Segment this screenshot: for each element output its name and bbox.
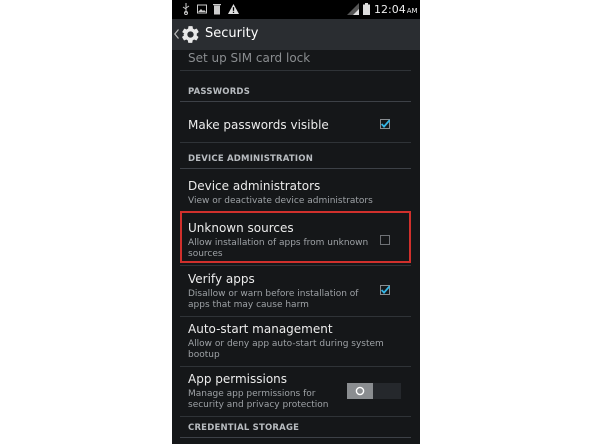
auto-start-title: Auto-start management <box>188 322 333 336</box>
back-button[interactable] <box>172 19 202 50</box>
app-permissions-subtitle-line2: security and privacy protection <box>188 400 329 410</box>
app-permissions-title: App permissions <box>188 372 288 386</box>
verify-apps-subtitle-line1: Disallow or warn before installation of <box>188 289 359 299</box>
clock: 12:04AM <box>374 3 418 16</box>
settings-gear-icon <box>182 26 199 43</box>
verify-apps-subtitle-line2: apps that may cause harm <box>188 300 309 310</box>
divider <box>180 142 411 143</box>
divider <box>180 70 411 71</box>
device-admins-title: Device administrators <box>188 179 321 193</box>
clock-time: 12:04 <box>374 3 406 16</box>
action-bar: Security <box>172 19 420 50</box>
divider <box>180 316 411 317</box>
sim-lock-title: Set up SIM card lock <box>188 51 311 65</box>
auto-start-subtitle-line1: Allow or deny app auto-start during syst… <box>188 339 384 349</box>
section-header-credential-storage: CREDENTIAL STORAGE <box>188 423 300 433</box>
signal-icon <box>347 3 359 15</box>
divider <box>180 366 411 367</box>
divider <box>180 168 411 169</box>
verify-apps-checkbox[interactable] <box>380 285 390 295</box>
toggle-on-indicator-icon <box>355 386 365 396</box>
verify-apps-title: Verify apps <box>188 272 255 286</box>
app-permissions-subtitle-line1: Manage app permissions for <box>188 389 316 399</box>
page-title: Security <box>205 26 259 41</box>
warning-icon <box>228 3 239 15</box>
usb-icon <box>182 3 190 15</box>
image-icon <box>197 4 207 14</box>
auto-start-subtitle-line2: bootup <box>188 350 220 360</box>
divider <box>180 265 411 266</box>
make-passwords-checkbox[interactable] <box>380 119 390 129</box>
app-permissions-toggle[interactable] <box>347 383 401 399</box>
device-admins-subtitle: View or deactivate device administrators <box>188 196 373 206</box>
divider <box>180 437 411 438</box>
section-header-passwords: PASSWORDS <box>188 87 251 97</box>
battery-icon <box>363 3 370 15</box>
toggle-thumb <box>347 383 373 399</box>
status-bar: 12:04AM <box>172 0 420 19</box>
make-passwords-title: Make passwords visible <box>188 118 329 132</box>
divider <box>180 416 411 417</box>
trash-icon <box>213 4 221 15</box>
section-header-device-administration: DEVICE ADMINISTRATION <box>188 154 314 164</box>
divider <box>180 101 411 102</box>
phone-screen: 12:04AM Security Set up SIM card lock PA… <box>172 0 420 444</box>
highlight-box <box>180 211 411 263</box>
clock-ampm: AM <box>406 7 418 15</box>
back-chevron-icon <box>174 29 179 39</box>
